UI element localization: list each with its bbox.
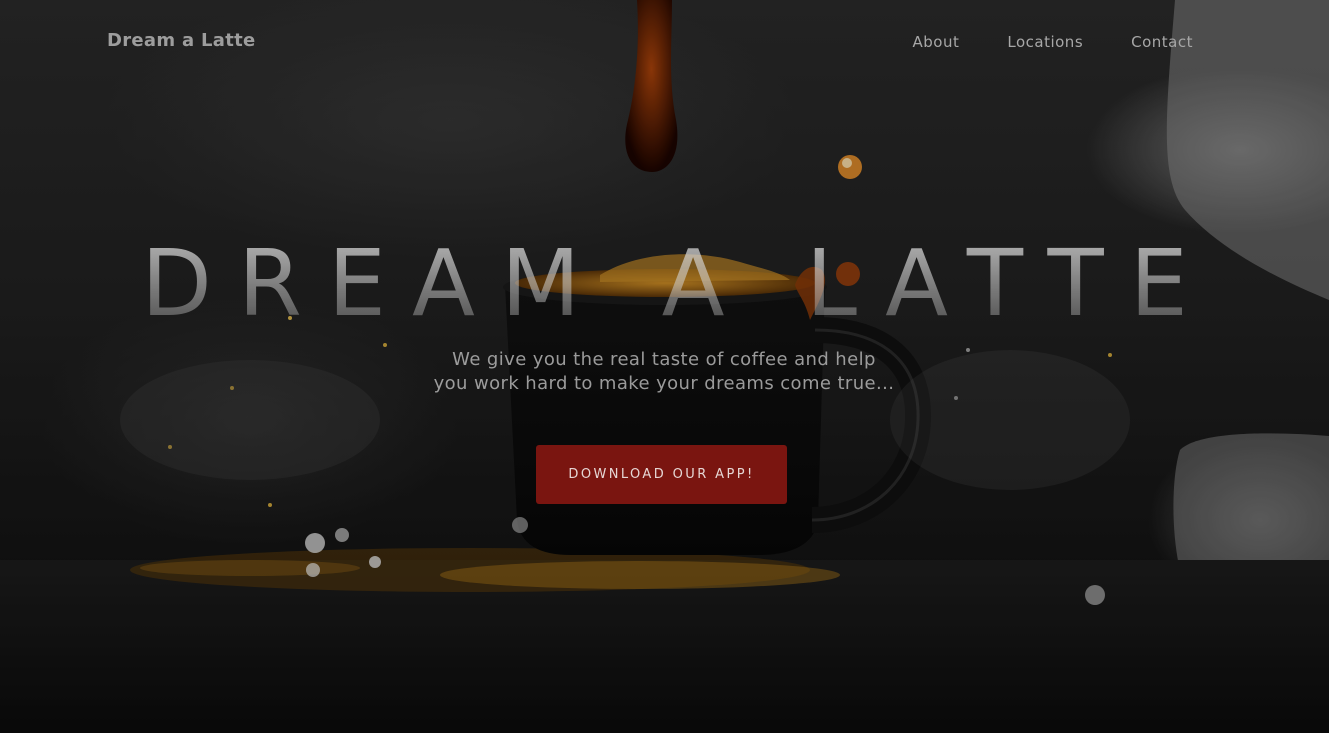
nav-link-contact[interactable]: Contact <box>1131 33 1193 51</box>
top-navigation: Dream a Latte About Locations Contact <box>0 0 1329 84</box>
hero-title: DREAM A LATTE <box>0 232 1329 336</box>
nav-link-about[interactable]: About <box>913 33 960 51</box>
hero-subtitle: We give you the real taste of coffee and… <box>364 348 964 396</box>
nav-links: About Locations Contact <box>913 33 1193 51</box>
download-app-button[interactable]: DOWNLOAD OUR APP! <box>536 445 787 504</box>
hero-subtitle-line-2: you work hard to make your dreams come t… <box>433 373 895 394</box>
brand-logo-link[interactable]: Dream a Latte <box>107 30 256 51</box>
nav-link-locations[interactable]: Locations <box>1007 33 1083 51</box>
hero-subtitle-line-1: We give you the real taste of coffee and… <box>452 349 876 370</box>
hero-section: Dream a Latte About Locations Contact DR… <box>0 0 1329 733</box>
